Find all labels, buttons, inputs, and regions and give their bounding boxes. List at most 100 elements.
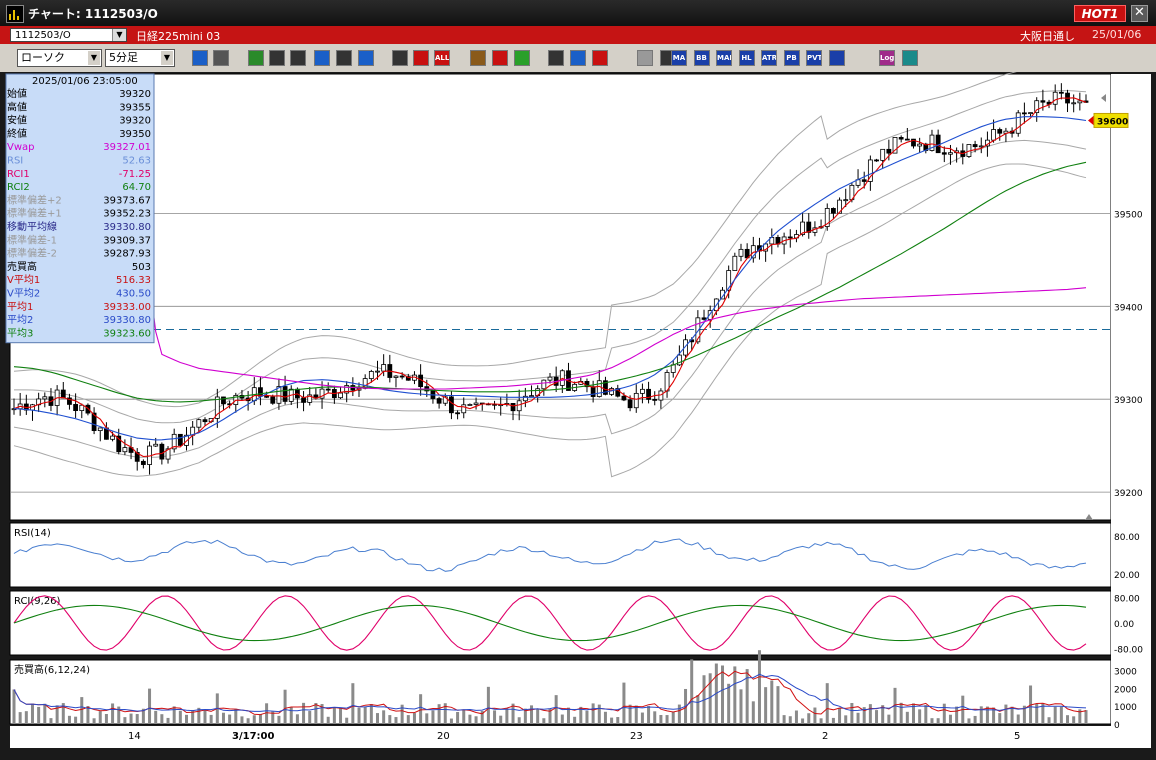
volume-bar xyxy=(246,718,250,724)
data-row-1-label: 高値 xyxy=(7,100,27,113)
volume-bar xyxy=(462,709,466,724)
data-row-7-label: RCI2 xyxy=(7,182,30,193)
candle-red-icon[interactable] xyxy=(413,50,429,66)
crosshair-icon[interactable] xyxy=(213,50,229,66)
info-icon[interactable] xyxy=(637,50,653,66)
candle-body xyxy=(732,255,738,271)
note-icon[interactable] xyxy=(336,50,352,66)
palette-icon[interactable] xyxy=(514,50,530,66)
atr-icon[interactable]: ATR xyxy=(761,50,777,66)
volume-bar xyxy=(394,717,398,724)
log-icon[interactable]: Log xyxy=(879,50,895,66)
pencil-icon[interactable] xyxy=(248,50,264,66)
wrench-icon[interactable] xyxy=(492,50,508,66)
symbol-select[interactable]: 1112503/O ▼ xyxy=(10,28,127,42)
volume-bar xyxy=(788,716,792,724)
flag-icon[interactable] xyxy=(592,50,608,66)
volume-bar xyxy=(665,715,669,724)
chevron-down-icon[interactable]: ▼ xyxy=(161,51,173,65)
volume-bar xyxy=(603,711,607,724)
volume-bar xyxy=(942,703,946,724)
volume-bar xyxy=(265,703,269,724)
candle-body xyxy=(640,388,645,394)
volume-bar xyxy=(425,713,429,724)
search-icon[interactable] xyxy=(570,50,586,66)
data-row-0-value: 39320 xyxy=(119,89,151,100)
chevron-down-icon[interactable]: ▼ xyxy=(88,51,100,65)
all-icon[interactable]: ALL xyxy=(434,50,450,66)
atr-label: ATR xyxy=(762,54,777,62)
volume-bar xyxy=(67,715,71,724)
candle-body xyxy=(541,379,547,390)
volume-bar xyxy=(757,650,761,724)
mae-icon[interactable]: MAE xyxy=(716,50,732,66)
volume-bar xyxy=(782,715,786,724)
export-icon[interactable] xyxy=(902,50,918,66)
candle-body xyxy=(1040,100,1046,103)
hl-icon[interactable]: HL xyxy=(738,50,755,66)
data-row-5-value: 52.63 xyxy=(122,156,151,167)
candle-body xyxy=(276,386,282,404)
timeframe-select[interactable]: 5分足 ▼ xyxy=(105,49,175,67)
candle-body xyxy=(1071,102,1077,105)
bb-icon[interactable]: BB xyxy=(693,50,710,66)
volume-bar xyxy=(875,710,879,724)
download-icon[interactable] xyxy=(548,50,564,66)
pb-icon[interactable]: PB xyxy=(783,50,800,66)
candle-body xyxy=(633,392,639,409)
volume-bar xyxy=(647,706,651,724)
data-row-13-label: 売買高 xyxy=(7,260,37,273)
candle-body xyxy=(368,371,374,379)
candle-body xyxy=(153,443,159,447)
volume-bar xyxy=(295,714,299,724)
candle-body xyxy=(461,404,467,414)
candle-body xyxy=(60,389,66,399)
volume-bar xyxy=(419,694,423,724)
gear-icon[interactable] xyxy=(470,50,486,66)
volume-bar xyxy=(92,718,96,724)
pvt-icon[interactable]: PVT xyxy=(806,50,822,66)
candle-body xyxy=(627,399,633,409)
volume-bar xyxy=(104,713,108,724)
cursor-icon[interactable] xyxy=(290,50,306,66)
log-label: Log xyxy=(880,54,895,62)
candle-icon[interactable] xyxy=(392,50,408,66)
ma-icon[interactable]: MA xyxy=(671,50,687,66)
data-row-2-value: 39320 xyxy=(119,116,151,127)
chart-area[interactable]: 39500 39400 39300 39200 39600 14 3/17:00 20 23 2 5… xyxy=(0,72,1156,760)
volume-bar xyxy=(776,686,780,724)
volume-bar xyxy=(111,703,115,724)
box-icon[interactable] xyxy=(828,50,845,66)
close-button[interactable]: ✕ xyxy=(1131,5,1148,22)
pb-label: PB xyxy=(786,54,797,62)
line-tool-icon[interactable] xyxy=(269,50,285,66)
zoom-icon[interactable] xyxy=(192,50,208,66)
chart-type-select[interactable]: ローソク ▼ xyxy=(17,49,102,67)
chart-app-icon xyxy=(6,5,24,23)
volume-bar xyxy=(985,706,989,724)
volume-bar xyxy=(18,712,22,724)
volume-bar xyxy=(1010,706,1014,724)
trash-icon[interactable] xyxy=(358,50,374,66)
volume-bar xyxy=(610,717,614,724)
volume-bar xyxy=(302,702,306,724)
undo-icon[interactable] xyxy=(314,50,330,66)
volume-bar xyxy=(930,718,934,724)
chevron-down-icon[interactable]: ▼ xyxy=(112,29,126,41)
hot1-button[interactable]: HOT1 xyxy=(1074,5,1126,22)
mae-label: MAE xyxy=(717,54,731,62)
volume-bar xyxy=(258,714,262,724)
volume-tick-label: 2000 xyxy=(1114,685,1137,695)
main-panel xyxy=(9,73,1112,521)
volume-bar xyxy=(98,711,102,724)
candle-body xyxy=(393,375,399,378)
volume-bar xyxy=(314,702,318,724)
volume-tick-label: 3000 xyxy=(1114,668,1137,678)
volume-bar xyxy=(332,707,336,724)
data-row-9-label: 標準偏差+1 xyxy=(7,207,62,220)
data-row-3-value: 39350 xyxy=(119,129,151,140)
candle-body xyxy=(375,370,380,373)
candle-body xyxy=(997,129,1003,134)
data-row-4-label: Vwap xyxy=(7,142,35,153)
candle-body xyxy=(79,404,85,412)
